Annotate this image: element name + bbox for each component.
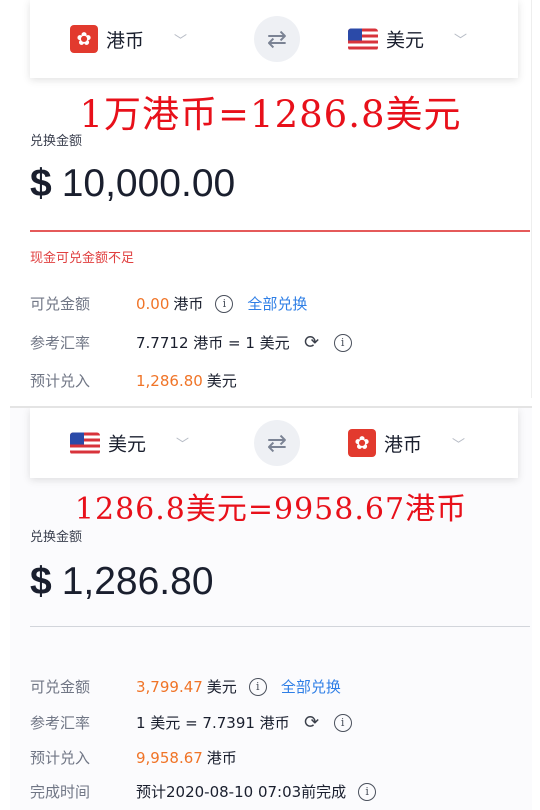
currency-switcher: ✿ 港币 ﹀ ⇄ 美元 ﹀ <box>30 0 518 78</box>
estimate-row: 预计兑入 1,286.80 美元 <box>30 370 237 391</box>
to-currency-name: 港币 <box>384 433 423 456</box>
swap-currency-button[interactable]: ⇄ <box>254 420 300 466</box>
refresh-icon[interactable]: ⟳ <box>302 332 322 353</box>
chevron-down-icon: ﹀ <box>174 33 188 49</box>
available-value: 3,799.47 <box>136 677 203 696</box>
to-currency-selector[interactable]: 美元 ﹀ <box>348 26 467 53</box>
completion-value: 预计2020-08-10 07:03前完成 <box>136 783 347 801</box>
estimate-unit: 港币 <box>206 749 237 767</box>
amount-value: 1,286.80 <box>61 560 214 603</box>
completion-label: 完成时间 <box>30 783 91 801</box>
from-currency-name: 港币 <box>106 29 145 52</box>
rate-label: 参考汇率 <box>30 334 91 352</box>
available-label: 可兑金额 <box>30 678 91 696</box>
currency-symbol: $ <box>30 162 52 205</box>
rate-value: 1 美元 = 7.7391 港币 <box>136 714 290 732</box>
info-icon[interactable]: i <box>333 333 352 352</box>
input-underline <box>30 626 530 627</box>
estimate-value: 1,286.80 <box>136 371 203 390</box>
swap-arrows-icon: ⇄ <box>266 25 288 53</box>
estimate-row: 预计兑入 9,958.67 港币 <box>30 747 237 768</box>
rate-row: 参考汇率 1 美元 = 7.7391 港币 ⟳ i <box>30 712 352 733</box>
amount-label: 兑换金额 <box>30 134 83 149</box>
amount-input[interactable]: $10,000.00 <box>30 162 235 206</box>
estimate-value: 9,958.67 <box>136 748 203 767</box>
exchange-panel-usd-to-hkd: 美元 ﹀ ⇄ ✿ 港币 ﹀ 1286.8美元=9958.67港币 兑换金额 $1… <box>10 406 532 810</box>
to-currency-selector[interactable]: ✿ 港币 ﹀ <box>348 429 465 457</box>
estimate-label: 预计兑入 <box>30 749 91 767</box>
info-icon[interactable]: i <box>248 677 267 696</box>
chevron-down-icon: ﹀ <box>454 33 468 49</box>
info-icon[interactable]: i <box>215 294 234 313</box>
currency-switcher: 美元 ﹀ ⇄ ✿ 港币 ﹀ <box>30 408 518 478</box>
estimate-label: 预计兑入 <box>30 372 91 390</box>
exchange-all-link[interactable]: 全部兑换 <box>281 676 341 697</box>
annotation-text: 1286.8美元=9958.67港币 <box>74 492 468 527</box>
chevron-down-icon: ﹀ <box>452 437 466 453</box>
insufficient-warning: 现金可兑金额不足 <box>30 251 135 266</box>
us-flag-icon <box>70 432 100 454</box>
us-flag-icon <box>348 28 378 50</box>
exchange-all-link[interactable]: 全部兑换 <box>247 293 307 314</box>
annotation-text: 1万港币=1286.8美元 <box>79 93 462 136</box>
from-currency-name: 美元 <box>108 433 147 456</box>
amount-value: 10,000.00 <box>61 162 236 205</box>
available-label: 可兑金额 <box>30 295 91 313</box>
info-icon[interactable]: i <box>333 713 352 732</box>
rate-label: 参考汇率 <box>30 714 91 732</box>
amount-input[interactable]: $1,286.80 <box>30 560 214 604</box>
hk-flag-icon: ✿ <box>70 25 98 53</box>
available-value: 0.00 <box>136 294 170 313</box>
amount-label: 兑换金额 <box>30 530 83 545</box>
available-unit: 美元 <box>206 678 237 696</box>
chevron-down-icon: ﹀ <box>176 437 190 453</box>
currency-symbol: $ <box>30 560 52 603</box>
available-row: 可兑金额 0.00 港币 i 全部兑换 <box>30 293 307 314</box>
hk-flag-icon: ✿ <box>348 429 376 457</box>
available-row: 可兑金额 3,799.47 美元 i 全部兑换 <box>30 676 341 697</box>
input-underline <box>30 230 530 232</box>
swap-arrows-icon: ⇄ <box>266 429 288 457</box>
available-unit: 港币 <box>173 295 204 313</box>
info-icon[interactable]: i <box>358 782 377 801</box>
swap-currency-button[interactable]: ⇄ <box>254 16 300 62</box>
from-currency-selector[interactable]: ✿ 港币 ﹀ <box>70 25 187 53</box>
estimate-unit: 美元 <box>206 372 237 390</box>
exchange-panel-hkd-to-usd: ✿ 港币 ﹀ ⇄ 美元 ﹀ 1万港币=1286.8美元 兑换金额 $10,000… <box>10 0 532 398</box>
refresh-icon[interactable]: ⟳ <box>302 712 322 733</box>
to-currency-name: 美元 <box>386 29 425 52</box>
from-currency-selector[interactable]: 美元 ﹀ <box>70 430 189 457</box>
rate-value: 7.7712 港币 = 1 美元 <box>136 334 290 352</box>
completion-row: 完成时间 预计2020-08-10 07:03前完成 i <box>30 781 377 802</box>
rate-row: 参考汇率 7.7712 港币 = 1 美元 ⟳ i <box>30 332 352 353</box>
